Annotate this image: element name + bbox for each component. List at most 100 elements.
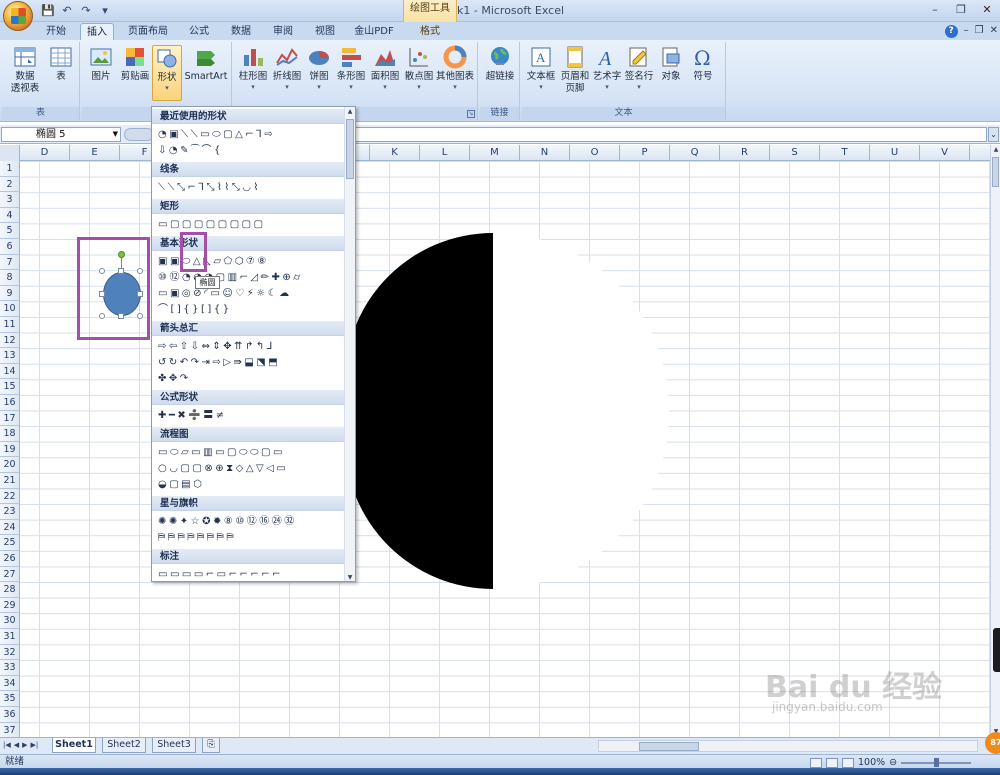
maximize-button[interactable]: ❐ bbox=[948, 0, 974, 19]
row-header[interactable]: 10 bbox=[0, 301, 20, 317]
column-chart-button[interactable]: 柱形图 ▾ bbox=[236, 45, 270, 91]
row-header[interactable]: 25 bbox=[0, 535, 20, 551]
gallery-shape-row[interactable]: ✺✺✦☆✪✹⑧⑩⑫⑯㉔㉜ bbox=[158, 514, 344, 529]
gallery-shape-row[interactable]: ↺↻↶↷⇥⇨▷⇛⬓⬔⬒ bbox=[158, 355, 344, 370]
gallery-shape-row[interactable]: ▭▣◎⊘◜▭☺♡⚡☼☾☁ bbox=[158, 286, 344, 301]
floating-badge[interactable]: 87 bbox=[985, 732, 1000, 754]
row-header[interactable]: 13 bbox=[0, 348, 20, 364]
gallery-scrollbar[interactable]: ▲ ▼ bbox=[344, 107, 355, 581]
name-box-dropdown-icon[interactable]: ▼ bbox=[113, 128, 118, 141]
gallery-scroll-down-icon[interactable]: ▼ bbox=[345, 573, 355, 581]
gallery-shape-row[interactable]: ⌒[]{}[]{} bbox=[158, 302, 344, 317]
column-header[interactable]: T bbox=[820, 145, 870, 161]
rotation-handle[interactable] bbox=[118, 251, 125, 258]
column-header[interactable]: L bbox=[420, 145, 470, 161]
resize-handle-s[interactable] bbox=[118, 313, 124, 319]
gallery-shape-row[interactable]: ▭⬭▱▭▥▭▢⬭⬭▢▭ bbox=[158, 445, 344, 460]
ribbon-close-icon[interactable]: ✕ bbox=[990, 25, 998, 38]
object-button[interactable]: 对象 bbox=[656, 45, 686, 83]
zoom-slider[interactable] bbox=[901, 757, 972, 767]
resize-handle-ne[interactable] bbox=[137, 268, 143, 274]
row-header[interactable]: 14 bbox=[0, 363, 20, 380]
scatter-chart-button[interactable]: 散点图 ▾ bbox=[402, 45, 436, 91]
tab-view[interactable]: 视图 bbox=[308, 23, 342, 41]
column-header[interactable]: S bbox=[770, 145, 820, 161]
tab-page-layout[interactable]: 页面布局 bbox=[122, 23, 174, 41]
clipart-button[interactable]: 剪贴画 bbox=[118, 45, 152, 83]
gallery-shape-row[interactable]: ⑩⑫◔◕◑▢▥⌐◿✏✚⊕⌭ bbox=[158, 270, 344, 285]
gallery-shape-row[interactable]: ⛿⛿⛿⛿⛿⛿⛿⛿ bbox=[158, 530, 344, 545]
sheet-tab-sheet1[interactable]: Sheet1 bbox=[52, 738, 96, 753]
column-header[interactable]: U bbox=[870, 145, 920, 161]
gallery-shape-row[interactable]: ✤✥↷ bbox=[158, 371, 344, 386]
row-header[interactable]: 35 bbox=[0, 691, 20, 707]
resize-handle-se[interactable] bbox=[137, 313, 143, 319]
office-button[interactable] bbox=[3, 1, 33, 31]
hyperlink-button[interactable]: 超链接 bbox=[482, 45, 518, 83]
row-header[interactable]: 19 bbox=[0, 441, 20, 458]
sheet-tab-sheet3[interactable]: Sheet3 bbox=[152, 738, 196, 753]
row-header[interactable]: 9 bbox=[0, 285, 20, 302]
tab-insert[interactable]: 插入 bbox=[80, 23, 114, 41]
row-header[interactable]: 12 bbox=[0, 332, 20, 349]
row-header[interactable]: 33 bbox=[0, 660, 20, 676]
bar-chart-button[interactable]: 条形图 ▾ bbox=[334, 45, 368, 91]
page-layout-view-icon[interactable] bbox=[826, 757, 838, 768]
picture-button[interactable]: 图片 bbox=[86, 45, 116, 83]
formula-expand-icon[interactable]: ⌄ bbox=[988, 127, 999, 142]
signature-line-button[interactable]: 签名行 ▾ bbox=[622, 45, 656, 91]
textbox-button[interactable]: A 文本框 ▾ bbox=[524, 45, 558, 91]
row-header[interactable]: 37 bbox=[0, 722, 20, 737]
shapes-button[interactable]: 形状 ▾ bbox=[152, 45, 182, 101]
ribbon-minimize-icon[interactable]: – bbox=[964, 25, 969, 38]
column-header[interactable]: K bbox=[370, 145, 420, 161]
oval-shape-highlight[interactable] bbox=[180, 232, 207, 272]
tab-formulas[interactable]: 公式 bbox=[182, 23, 216, 41]
tab-kingsoft-pdf[interactable]: 金山PDF bbox=[350, 23, 398, 41]
gallery-shape-row[interactable]: ◒▢▤⬡ bbox=[158, 477, 344, 492]
row-header[interactable]: 7 bbox=[0, 254, 20, 271]
table-button[interactable]: 表 bbox=[46, 45, 76, 83]
scroll-up-icon[interactable]: ▲ bbox=[991, 145, 1000, 155]
row-header[interactable]: 17 bbox=[0, 410, 20, 427]
row-header[interactable]: 32 bbox=[0, 644, 20, 661]
gallery-shape-row[interactable]: ⇩◔✎⁀⌒{ bbox=[158, 143, 344, 158]
formula-input[interactable] bbox=[355, 127, 987, 142]
gallery-shape-row[interactable]: ▭▢▢▢▢▢▢▢▢ bbox=[158, 217, 344, 232]
gallery-shape-row[interactable]: ✚━✖➗〓≠ bbox=[158, 408, 344, 423]
last-sheet-icon[interactable]: ▶| bbox=[31, 741, 39, 749]
row-header[interactable]: 26 bbox=[0, 551, 20, 567]
gallery-shape-row[interactable]: ▭▭▭▭⌐▭⌐⌐⌐⌐⌐ bbox=[158, 567, 344, 581]
gallery-shape-row[interactable]: ○◡▢▢⊗⊕⧗◇△▽◁▭ bbox=[158, 461, 344, 476]
row-header[interactable]: 30 bbox=[0, 613, 20, 629]
name-box[interactable]: 椭圆 5 ▼ bbox=[1, 127, 121, 142]
gallery-shape-row[interactable]: ⇨⇦⇧⇩⇔⇕✥⇈↱↰⅃ bbox=[158, 339, 344, 354]
row-header[interactable]: 21 bbox=[0, 473, 20, 489]
gallery-scroll-up-icon[interactable]: ▲ bbox=[345, 107, 355, 117]
row-header[interactable]: 8 bbox=[0, 270, 20, 286]
row-header[interactable]: 3 bbox=[0, 192, 20, 208]
column-header[interactable]: N bbox=[520, 145, 570, 161]
horizontal-scrollbar[interactable] bbox=[598, 740, 978, 752]
pivot-table-button[interactable]: 数据 透视表 bbox=[6, 45, 44, 95]
column-header[interactable]: E bbox=[70, 145, 120, 161]
column-header[interactable]: O bbox=[570, 145, 620, 161]
row-header[interactable]: 36 bbox=[0, 707, 20, 723]
insert-sheet-icon[interactable]: ⎘ bbox=[202, 738, 220, 753]
column-header[interactable]: M bbox=[470, 145, 520, 161]
sheet-tab-sheet2[interactable]: Sheet2 bbox=[102, 738, 146, 753]
row-header[interactable]: 27 bbox=[0, 566, 20, 583]
symbol-button[interactable]: Ω 符号 bbox=[688, 45, 718, 83]
tab-data[interactable]: 数据 bbox=[224, 23, 258, 41]
resize-handle-nw[interactable] bbox=[99, 268, 105, 274]
resize-handle-e[interactable] bbox=[137, 291, 143, 297]
row-header[interactable]: 2 bbox=[0, 176, 20, 193]
wordart-button[interactable]: A 艺术字 ▾ bbox=[592, 45, 622, 91]
pie-chart-button[interactable]: 饼图 ▾ bbox=[304, 45, 334, 91]
row-header[interactable]: 28 bbox=[0, 582, 20, 598]
side-widget[interactable] bbox=[993, 628, 1000, 672]
row-header[interactable]: 23 bbox=[0, 504, 20, 520]
row-header[interactable]: 15 bbox=[0, 379, 20, 395]
vertical-scroll-thumb[interactable] bbox=[992, 157, 999, 187]
other-charts-button[interactable]: 其他图表 ▾ bbox=[434, 45, 476, 91]
